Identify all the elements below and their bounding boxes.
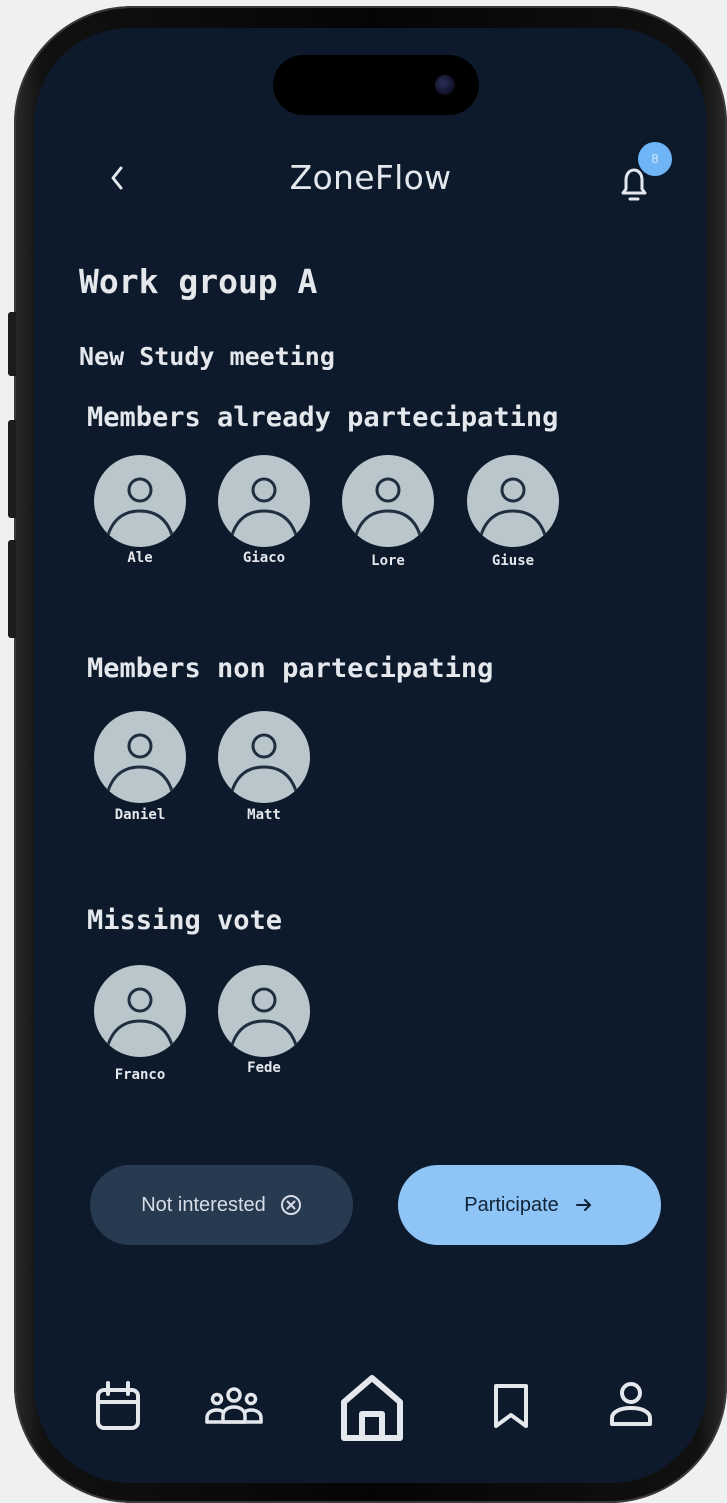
volume-down-button [8, 540, 16, 638]
not-interested-button[interactable]: Not interested [90, 1165, 353, 1245]
meeting-title: New Study meeting [79, 342, 335, 371]
nav-profile[interactable] [596, 1368, 666, 1448]
member-card[interactable]: Matt [208, 711, 318, 841]
avatar [218, 455, 310, 547]
missing-vote-members-row: Franco Fede [84, 965, 344, 1095]
close-circle-icon [280, 1195, 301, 1215]
bottom-navigation [34, 1368, 707, 1468]
member-name: Daniel [114, 807, 166, 823]
non-participating-members-row: Daniel Matt [84, 711, 344, 841]
member-card[interactable]: Lore [332, 455, 442, 585]
arrow-right-icon [575, 1199, 591, 1211]
member-name: Giuse [491, 553, 535, 569]
member-card[interactable]: Fede [208, 965, 318, 1095]
member-name: Matt [247, 807, 281, 823]
non-participating-section-title: Members non partecipating [87, 653, 494, 684]
user-placeholder-icon [230, 987, 298, 1046]
nav-groups[interactable] [199, 1368, 269, 1448]
volume-up-button [8, 420, 16, 518]
user-placeholder-icon [354, 477, 422, 536]
nav-saved[interactable] [476, 1368, 546, 1448]
app-title: ZoneFlow [289, 158, 452, 197]
profile-icon [610, 1382, 652, 1426]
member-card[interactable]: Franco [84, 965, 194, 1095]
nav-home[interactable] [332, 1368, 412, 1448]
front-camera [435, 75, 455, 95]
member-name: Fede [247, 1060, 281, 1076]
avatar [342, 455, 434, 547]
home-icon [341, 1375, 403, 1441]
participate-button[interactable]: Participate [398, 1165, 661, 1245]
avatar [94, 455, 186, 547]
participating-members-row: Ale Giaco Lore Giuse [84, 455, 644, 585]
avatar [94, 965, 186, 1057]
member-card[interactable]: Daniel [84, 711, 194, 841]
missing-vote-section-title: Missing vote [87, 905, 283, 936]
action-button [8, 312, 16, 376]
user-placeholder-icon [230, 477, 298, 536]
dynamic-island [273, 55, 479, 115]
member-name: Giaco [242, 550, 286, 566]
member-name: Franco [114, 1067, 166, 1083]
member-name: Lore [371, 553, 405, 569]
nav-calendar[interactable] [84, 1368, 154, 1448]
bookmark-icon [494, 1384, 528, 1428]
avatar [94, 711, 186, 803]
avatar [218, 711, 310, 803]
participating-section-title: Members already partecipating [87, 402, 559, 433]
user-placeholder-icon [479, 477, 547, 536]
group-title: Work group A [79, 262, 318, 301]
member-name: Ale [127, 550, 153, 566]
member-card[interactable]: Giaco [208, 455, 318, 585]
calendar-icon [96, 1381, 140, 1430]
participate-label: Participate [464, 1193, 559, 1216]
avatar [467, 455, 559, 547]
user-placeholder-icon [106, 477, 174, 536]
notification-badge: 8 [638, 142, 672, 176]
member-card[interactable]: Ale [84, 455, 194, 585]
app-screen: ZoneFlow 8 Work group A New Study meetin… [34, 28, 707, 1483]
avatar [218, 965, 310, 1057]
group-icon [205, 1387, 263, 1424]
user-placeholder-icon [106, 733, 174, 792]
not-interested-label: Not interested [141, 1193, 266, 1216]
user-placeholder-icon [230, 733, 298, 792]
user-placeholder-icon [106, 987, 174, 1046]
member-card[interactable]: Giuse [457, 455, 567, 585]
